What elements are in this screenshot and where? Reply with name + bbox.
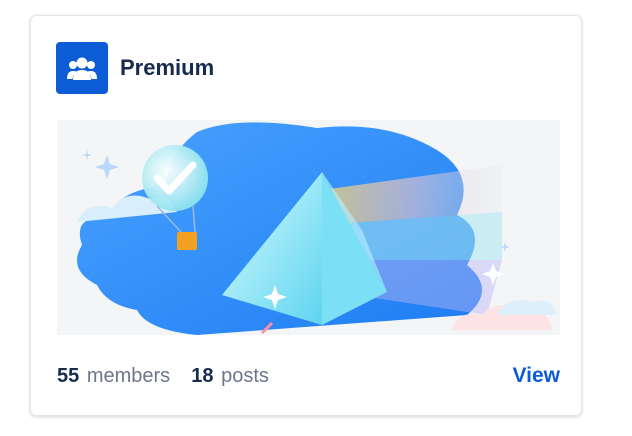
group-card: Premium 55 members 18 posts View bbox=[30, 15, 582, 416]
posts-label: posts bbox=[221, 365, 269, 387]
card-header: Premium bbox=[56, 42, 214, 94]
members-label: members bbox=[86, 365, 171, 387]
view-link[interactable]: View bbox=[513, 362, 560, 390]
members-count: 55 bbox=[57, 365, 80, 387]
group-icon bbox=[56, 42, 108, 94]
stats: 55 members 18 posts bbox=[57, 362, 269, 390]
card-title: Premium bbox=[120, 55, 215, 80]
banner-illustration bbox=[57, 120, 560, 335]
card-footer: 55 members 18 posts View bbox=[57, 362, 560, 390]
posts-count: 18 bbox=[191, 365, 214, 387]
